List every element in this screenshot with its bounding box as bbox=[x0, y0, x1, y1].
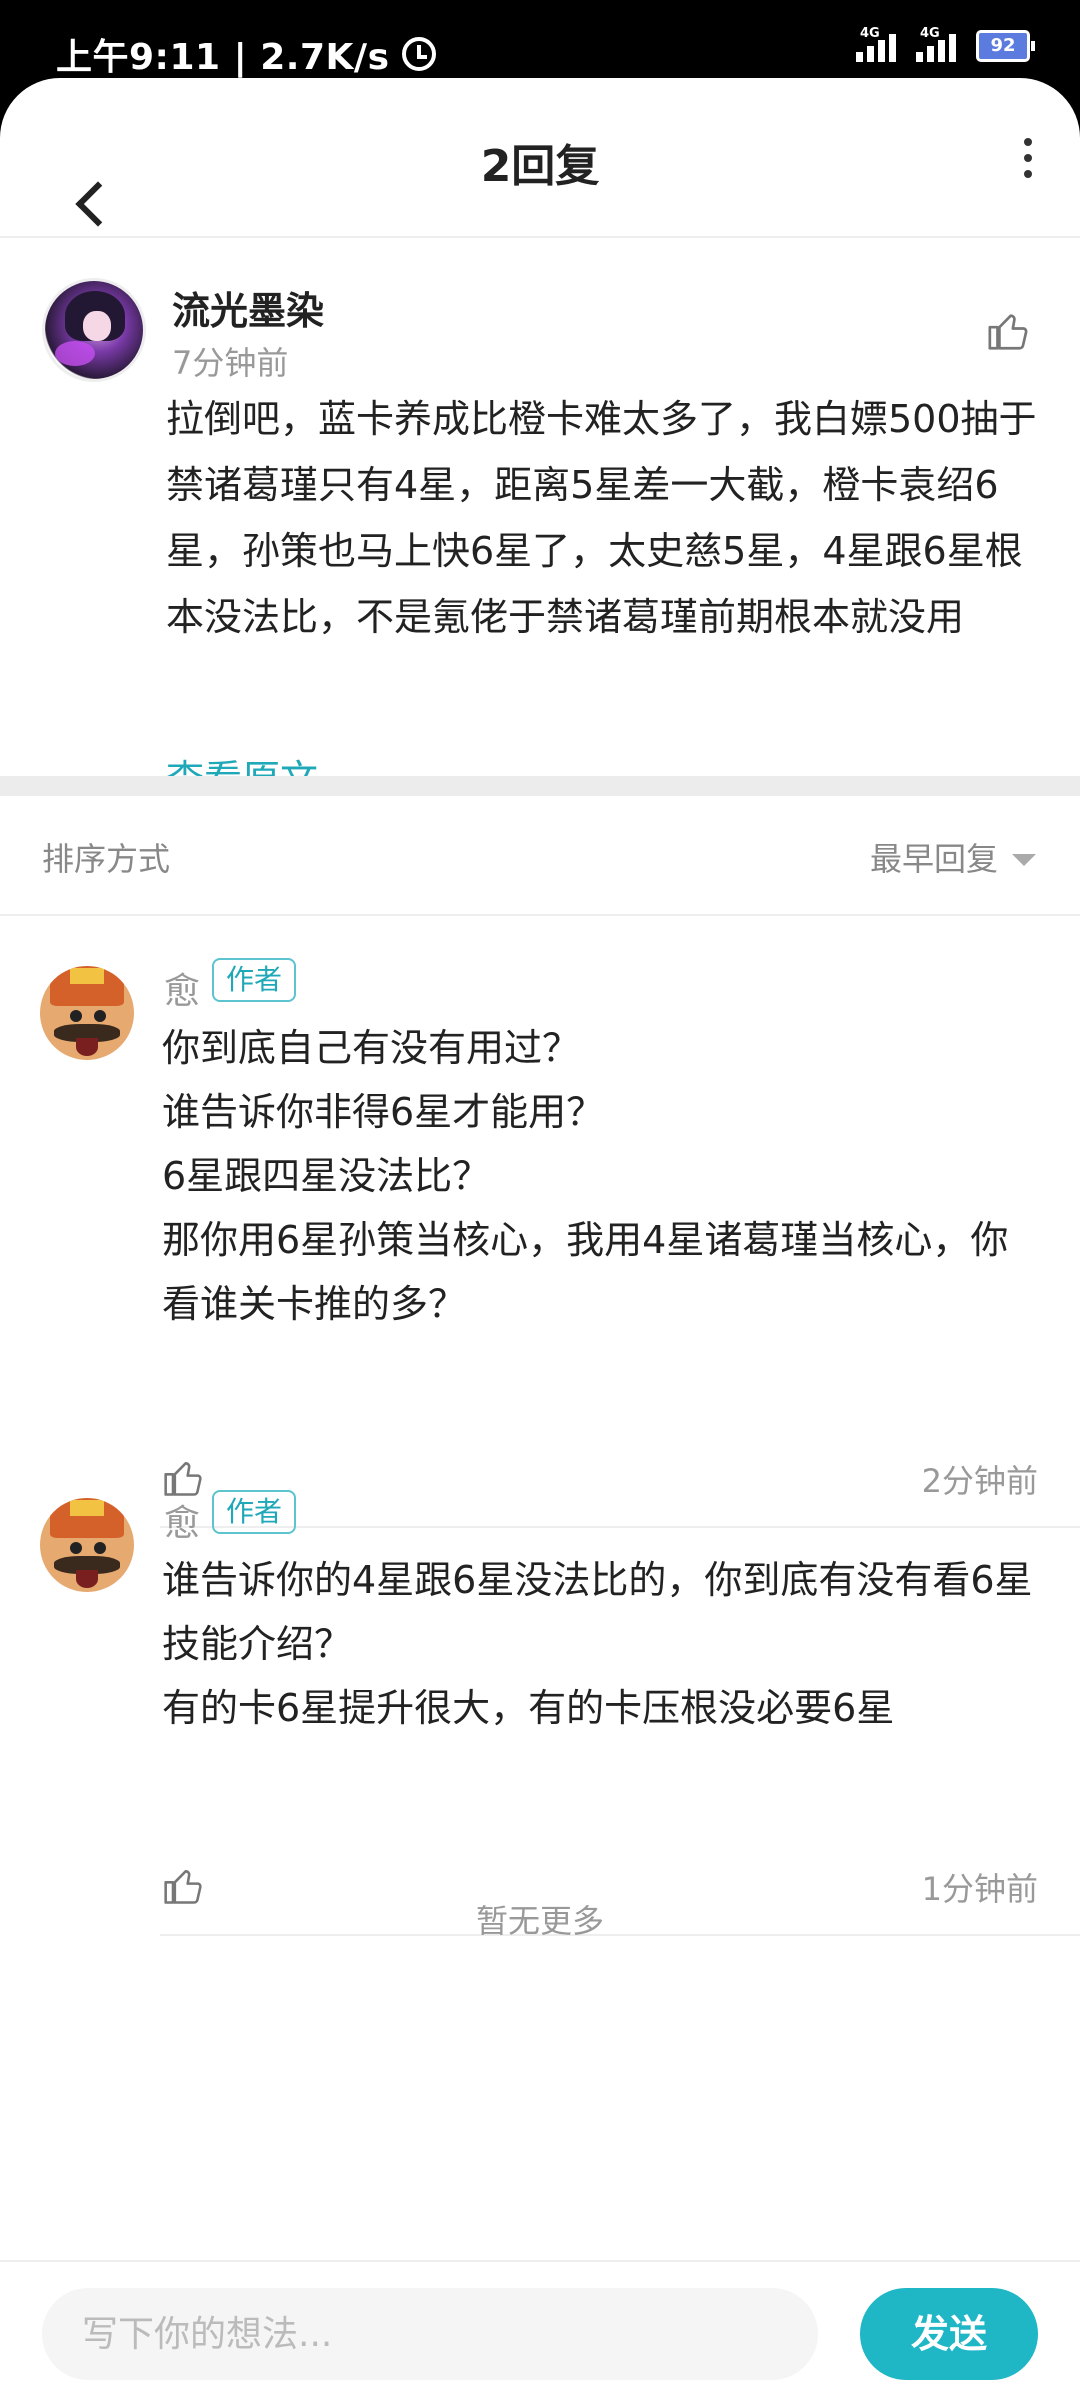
status-time-speed: 上午9:11 | 2.7K/s bbox=[56, 28, 436, 80]
original-post: 流光墨染 7分钟前 拉倒吧，蓝卡养成比橙卡难太多了，我白嫖500抽于禁诸葛瑾只有… bbox=[0, 238, 1080, 801]
reply-line: 谁告诉你的4星跟6星没法比的，你到底有没有看6星技能介绍？ bbox=[162, 1558, 1033, 1666]
post-username[interactable]: 流光墨染 bbox=[172, 280, 324, 335]
no-more-label: 暂无更多 bbox=[475, 1902, 604, 1940]
thumbs-up-icon[interactable] bbox=[986, 308, 1032, 354]
reply-line: 6星跟四星没法比？ bbox=[162, 1154, 491, 1198]
page-title: 2回复 bbox=[480, 141, 600, 192]
more-vertical-icon[interactable] bbox=[1018, 138, 1038, 178]
author-badge: 作者 bbox=[212, 958, 297, 1002]
reply-text: 你到底自己有没有用过？ 谁告诉你非得6星才能用？ 6星跟四星没法比？ 那你用6星… bbox=[162, 1016, 1042, 1336]
reply-sheet: 2回复 流光墨染 7分钟前 拉倒吧，蓝卡养成比橙卡难太多了，我白嫖500抽于禁诸… bbox=[0, 78, 1080, 2400]
reply-text: 谁告诉你的4星跟6星没法比的，你到底有没有看6星技能介绍？ 有的卡6星提升很大，… bbox=[162, 1548, 1042, 1740]
caret-down-icon bbox=[1012, 854, 1036, 866]
network-type-label: 4G bbox=[920, 26, 940, 41]
avatar[interactable] bbox=[42, 278, 146, 382]
comment-input[interactable] bbox=[42, 2288, 818, 2380]
top-bar: 2回复 bbox=[0, 78, 1080, 238]
avatar[interactable] bbox=[40, 1498, 134, 1592]
network-type-label: 4G bbox=[860, 26, 880, 41]
reply-username[interactable]: 愈 bbox=[164, 962, 200, 1014]
post-timestamp: 7分钟前 bbox=[172, 344, 289, 382]
sort-value: 最早回复 bbox=[869, 840, 998, 878]
status-time-text: 上午9:11 | 2.7K/s bbox=[56, 37, 390, 78]
send-button[interactable]: 发送 bbox=[860, 2288, 1038, 2380]
reply-line: 那你用6星孙策当核心，我用4星诸葛瑾当核心，你看谁关卡推的多？ bbox=[162, 1218, 1009, 1326]
section-divider bbox=[0, 776, 1080, 796]
battery-icon: 92 bbox=[976, 30, 1035, 62]
reply-line: 你到底自己有没有用过？ bbox=[162, 1026, 581, 1070]
signal-icon: 4G bbox=[856, 26, 896, 62]
comment-bar: 发送 bbox=[0, 2260, 1080, 2400]
reply-item: 愈 作者 谁告诉你的4星跟6星没法比的，你到底有没有看6星技能介绍？ 有的卡6星… bbox=[0, 1448, 1080, 1936]
status-icons: 4G 4G 92 bbox=[856, 26, 1035, 62]
sort-label: 排序方式 bbox=[42, 840, 171, 878]
author-badge: 作者 bbox=[212, 1490, 297, 1534]
sort-bar: 排序方式 最早回复 bbox=[0, 796, 1080, 916]
reply-line: 有的卡6星提升很大，有的卡压根没必要6星 bbox=[162, 1686, 895, 1730]
sort-dropdown[interactable]: 最早回复 bbox=[870, 834, 1036, 880]
alarm-icon bbox=[401, 37, 436, 71]
reply-username[interactable]: 愈 bbox=[164, 1494, 200, 1546]
avatar[interactable] bbox=[40, 966, 134, 1060]
reply-item: 愈 作者 你到底自己有没有用过？ 谁告诉你非得6星才能用？ 6星跟四星没法比？ … bbox=[0, 916, 1080, 1528]
reply-line: 谁告诉你非得6星才能用？ bbox=[162, 1090, 605, 1134]
post-body: 拉倒吧，蓝卡养成比橙卡难太多了，我白嫖500抽于禁诸葛瑾只有4星，距离5星差一大… bbox=[166, 397, 1037, 639]
signal-icon: 4G bbox=[916, 26, 956, 62]
